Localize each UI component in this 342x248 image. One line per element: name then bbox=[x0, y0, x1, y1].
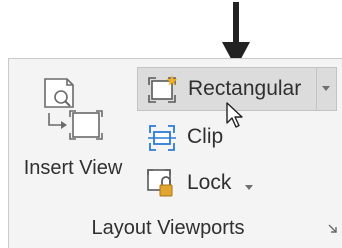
clip-viewport-icon bbox=[148, 125, 176, 151]
stage: Insert View Rectangular Clip Lock Layout… bbox=[0, 0, 342, 248]
rectangular-dropdown-button[interactable] bbox=[316, 68, 336, 110]
panel-title: Layout Viewports bbox=[91, 217, 245, 239]
clip-label: Clip bbox=[187, 125, 224, 148]
dialog-launcher-icon[interactable] bbox=[327, 223, 339, 235]
layout-viewports-panel: Insert View Rectangular Clip Lock Layout… bbox=[8, 58, 342, 248]
insert-view-label: Insert View bbox=[23, 157, 123, 179]
lock-label: Lock bbox=[187, 171, 232, 194]
rectangular-viewport-icon bbox=[148, 75, 178, 103]
lock-viewport-icon bbox=[147, 169, 173, 197]
rectangular-label: Rectangular bbox=[188, 77, 302, 100]
chevron-down-icon bbox=[322, 86, 330, 91]
chevron-down-icon[interactable] bbox=[245, 185, 253, 190]
insert-view-icon bbox=[44, 78, 103, 140]
insert-view-button[interactable]: Insert View bbox=[13, 71, 133, 183]
mouse-pointer-icon bbox=[226, 102, 243, 128]
lock-button[interactable]: Lock bbox=[137, 163, 267, 203]
